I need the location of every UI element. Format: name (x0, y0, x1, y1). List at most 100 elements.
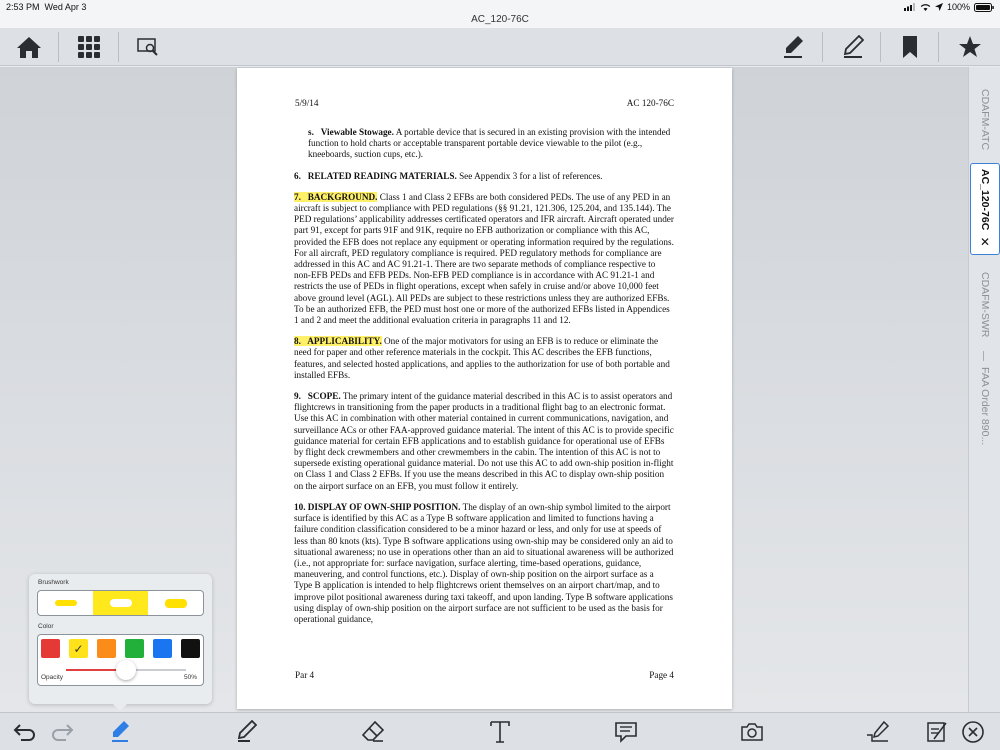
brush-size-selector (37, 590, 204, 616)
paragraph-s: s. Viewable Stowage. A portable device t… (294, 127, 674, 161)
form-fill-button[interactable] (922, 717, 952, 747)
home-button[interactable] (14, 32, 44, 62)
page-body: s. Viewable Stowage. A portable device t… (294, 127, 674, 635)
form-icon (927, 722, 947, 742)
brush-size-medium[interactable] (93, 591, 148, 615)
color-swatch[interactable] (181, 639, 200, 658)
paragraph-title: RELATED READING MATERIALS. (307, 170, 457, 181)
location-icon (934, 3, 943, 11)
note-button[interactable] (611, 717, 641, 747)
tab-cdafm-swr[interactable]: CDAFM-SWR (969, 259, 1000, 351)
brush-stroke-icon (109, 599, 132, 607)
paragraph-text: The primary intent of the guidance mater… (294, 391, 674, 491)
color-swatch[interactable] (97, 639, 116, 658)
close-annotation-button[interactable] (958, 717, 988, 747)
document-tabs: CDAFM-ATC AC_120-76C ✕ CDAFM-SWR FAA Ord… (968, 67, 1000, 712)
battery-text: 100% (946, 2, 970, 12)
paragraph-text: See Appendix 3 for a list of references. (459, 170, 603, 181)
undo-button[interactable] (10, 717, 40, 747)
tab-label: CDAFM-SWR (979, 272, 991, 338)
pen-icon (237, 720, 257, 742)
paragraph-title: Viewable Stowage. (320, 127, 394, 137)
toolbar-divider (822, 32, 823, 62)
paragraph-text: The display of an own-ship symbol limite… (294, 501, 674, 624)
paragraph-7: 7. BACKGROUND. Class 1 and Class 2 EFBs … (294, 191, 674, 326)
window-title: AC_120-76C (0, 14, 1000, 28)
signature-icon (867, 721, 890, 742)
color-swatch-selected[interactable]: ✓ (69, 639, 88, 658)
brush-size-thin[interactable] (38, 591, 93, 615)
color-swatch[interactable] (125, 639, 144, 658)
pen-icon (843, 35, 864, 58)
paragraph-number: 8. (294, 336, 301, 347)
opacity-slider[interactable] (66, 660, 186, 680)
tab-label: CDAFM-ATC (979, 89, 991, 151)
brushwork-heading: Brushwork (38, 579, 69, 586)
tab-label: FAA Order 890... (979, 366, 991, 446)
note-icon (615, 722, 637, 743)
color-swatch[interactable] (153, 639, 172, 658)
search-icon (137, 38, 158, 56)
tab-label: AC_120-76C (979, 169, 991, 231)
library-grid-button[interactable] (74, 32, 104, 62)
color-swatch[interactable] (41, 639, 60, 658)
tab-cdafm-atc[interactable]: CDAFM-ATC (969, 77, 1000, 163)
paragraph-title: BACKGROUND. (307, 191, 378, 202)
tab-ac-120-76c[interactable]: AC_120-76C ✕ (970, 163, 1000, 255)
undo-icon (13, 724, 35, 741)
highlighter-annotation-button[interactable] (105, 717, 135, 747)
search-page-button[interactable] (133, 32, 163, 62)
paragraph-9: 9. SCOPE. The primary intent of the guid… (294, 391, 674, 492)
eraser-icon (361, 721, 385, 742)
highlighter-tool-button[interactable] (778, 32, 808, 62)
paragraph-number: 9. (294, 391, 301, 402)
brush-size-thick[interactable] (148, 591, 203, 615)
opacity-value: 50% (183, 674, 197, 681)
brush-stroke-icon (54, 600, 77, 606)
grid-icon (78, 36, 100, 58)
camera-icon (741, 723, 763, 741)
status-bar: 2:53 PM Wed Apr 3 100% (0, 0, 1000, 14)
highlight-annotation[interactable]: 7. BACKGROUND. (294, 191, 378, 202)
pen-tool-button[interactable] (838, 32, 868, 62)
paragraph-number: 6. (294, 170, 301, 181)
tab-faa-order[interactable]: FAA Order 890... (969, 359, 1000, 453)
color-heading: Color (38, 623, 54, 630)
text-tool-button[interactable] (485, 717, 515, 747)
paragraph-10: 10. DISPLAY OF OWN-SHIP POSITION. The di… (294, 502, 674, 625)
redo-icon (52, 724, 74, 741)
paragraph-title: APPLICABILITY. (307, 336, 382, 347)
color-swatches: ✓ (41, 639, 200, 658)
document-page[interactable]: 5/9/14 AC 120-76C s. Viewable Stowage. A… (237, 68, 732, 709)
highlight-annotation[interactable]: 8. APPLICABILITY. (294, 336, 382, 347)
opacity-slider-thumb[interactable] (116, 660, 136, 680)
date-text: Wed Apr 3 (44, 2, 87, 12)
toolbar-divider (938, 32, 939, 62)
pen-annotation-button[interactable] (232, 717, 262, 747)
page-footer-number: Page 4 (649, 670, 674, 680)
paragraph-8: 8. APPLICABILITY. One of the major motiv… (294, 336, 674, 381)
bookmark-icon (903, 36, 917, 58)
redo-button[interactable] (47, 717, 77, 747)
camera-button[interactable] (737, 717, 767, 747)
page-header-doc-id: AC 120-76C (626, 98, 674, 108)
status-right: 100% (903, 2, 994, 12)
toolbar-divider (880, 32, 881, 62)
signature-button[interactable] (863, 717, 893, 747)
highlighter-icon (112, 721, 129, 742)
popover-arrow (113, 704, 127, 711)
close-tab-icon[interactable]: ✕ (978, 235, 992, 249)
opacity-label: Opacity (41, 674, 64, 681)
paragraph-6: 6. RELATED READING MATERIALS. See Append… (294, 171, 674, 182)
color-picker: ✓ Opacity 50% (37, 634, 204, 686)
bookmark-button[interactable] (895, 32, 925, 62)
favorite-button[interactable] (955, 32, 985, 62)
star-icon (959, 36, 981, 57)
top-toolbar (0, 28, 1000, 66)
paragraph-title: DISPLAY OF OWN-SHIP POSITION. (307, 501, 461, 512)
text-icon (490, 721, 510, 743)
battery-icon (974, 2, 994, 12)
toolbar-divider (118, 32, 119, 62)
brush-stroke-icon (164, 598, 187, 608)
eraser-button[interactable] (358, 717, 388, 747)
